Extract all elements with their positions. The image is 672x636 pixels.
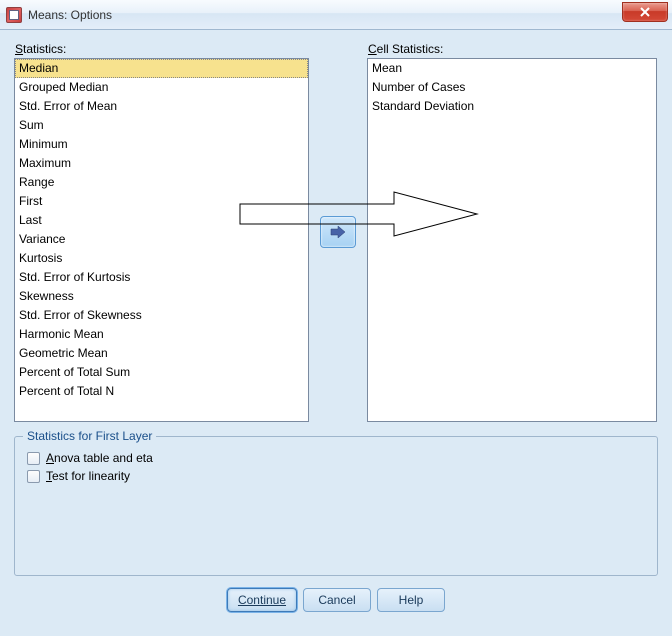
list-item[interactable]: Std. Error of Kurtosis	[15, 268, 308, 287]
move-right-button[interactable]	[320, 216, 356, 248]
list-item[interactable]: Geometric Mean	[15, 344, 308, 363]
list-item[interactable]: Range	[15, 173, 308, 192]
first-layer-groupbox: Statistics for First Layer Anova table a…	[14, 436, 658, 576]
anova-checkbox[interactable]	[27, 452, 40, 465]
transfer-column	[309, 42, 367, 422]
list-item[interactable]: First	[15, 192, 308, 211]
window-title: Means: Options	[28, 8, 112, 22]
list-item[interactable]: Median	[15, 59, 308, 78]
list-item[interactable]: Percent of Total Sum	[15, 363, 308, 382]
button-row: Continue Cancel Help	[14, 588, 658, 612]
lists-area: Statistics: MedianGrouped MedianStd. Err…	[14, 42, 658, 422]
list-item[interactable]: Grouped Median	[15, 78, 308, 97]
help-button[interactable]: Help	[377, 588, 445, 612]
list-item[interactable]: Kurtosis	[15, 249, 308, 268]
anova-checkbox-row[interactable]: Anova table and eta	[27, 451, 645, 465]
cell-statistics-listbox[interactable]: MeanNumber of CasesStandard Deviation	[367, 58, 657, 422]
titlebar: Means: Options	[0, 0, 672, 30]
list-item[interactable]: Std. Error of Skewness	[15, 306, 308, 325]
list-item[interactable]: Variance	[15, 230, 308, 249]
close-icon	[640, 7, 650, 17]
cancel-button[interactable]: Cancel	[303, 588, 371, 612]
list-item[interactable]: Maximum	[15, 154, 308, 173]
app-icon	[6, 7, 22, 23]
cell-statistics-column: Cell Statistics: MeanNumber of CasesStan…	[367, 42, 657, 422]
list-item[interactable]: Skewness	[15, 287, 308, 306]
linearity-checkbox[interactable]	[27, 470, 40, 483]
groupbox-title: Statistics for First Layer	[23, 429, 156, 443]
list-item[interactable]: Standard Deviation	[368, 97, 656, 116]
list-item[interactable]: Mean	[368, 59, 656, 78]
list-item[interactable]: Sum	[15, 116, 308, 135]
continue-button[interactable]: Continue	[227, 588, 297, 612]
list-item[interactable]: Harmonic Mean	[15, 325, 308, 344]
statistics-label: Statistics:	[14, 42, 309, 56]
statistics-column: Statistics: MedianGrouped MedianStd. Err…	[14, 42, 309, 422]
list-item[interactable]: Number of Cases	[368, 78, 656, 97]
linearity-label: Test for linearity	[46, 469, 130, 483]
statistics-listbox[interactable]: MedianGrouped MedianStd. Error of MeanSu…	[14, 58, 309, 422]
linearity-checkbox-row[interactable]: Test for linearity	[27, 469, 645, 483]
list-item[interactable]: Last	[15, 211, 308, 230]
anova-label: Anova table and eta	[46, 451, 153, 465]
list-item[interactable]: Minimum	[15, 135, 308, 154]
close-button[interactable]	[622, 2, 668, 22]
cell-statistics-label: Cell Statistics:	[367, 42, 657, 56]
list-item[interactable]: Std. Error of Mean	[15, 97, 308, 116]
dialog-content: Statistics: MedianGrouped MedianStd. Err…	[0, 30, 672, 636]
list-item[interactable]: Percent of Total N	[15, 382, 308, 401]
arrow-right-icon	[329, 225, 347, 239]
